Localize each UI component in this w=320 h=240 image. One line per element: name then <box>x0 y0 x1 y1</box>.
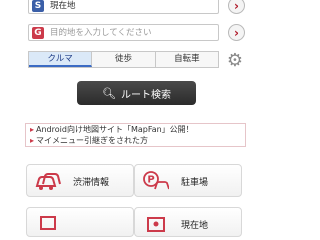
menu-tile-label: 現在地 <box>181 221 209 231</box>
route-search-button[interactable]: 🔍︎ ルート検索 <box>77 81 196 105</box>
menu-tile-current-location[interactable]: 現在地 <box>134 207 242 237</box>
route-search-label: ルート検索 <box>120 89 171 101</box>
current-location-icon <box>147 217 165 232</box>
menu-tile-traffic[interactable]: 渋滞情報 <box>26 164 134 197</box>
start-badge: S <box>32 0 44 12</box>
parking-icon: P <box>143 171 169 190</box>
menu-tile-label: 駐車場 <box>181 178 209 188</box>
notice-bullet-icon: ▸ <box>30 125 35 134</box>
notice-item[interactable]: ▸ マイメニュー引継ぎをされた方 <box>30 136 241 147</box>
menu-tile-label: 渋滞情報 <box>73 178 110 188</box>
mode-tabs: クルマ 徒歩 自転車 <box>28 51 219 68</box>
notice-box: ▸ Android向け地図サイト「MapFan」公開！ ▸ マイメニュー引継ぎをされ… <box>25 123 246 147</box>
notice-bullet-icon: ▸ <box>30 135 35 145</box>
goal-placeholder: 目的地を入力してください <box>50 28 152 38</box>
start-value: 現在地 <box>50 1 76 11</box>
tab-car[interactable]: クルマ <box>29 52 93 67</box>
chevron-right-icon: › <box>234 25 239 40</box>
traffic-car-icon <box>35 173 61 190</box>
svg-text:P: P <box>147 175 154 186</box>
screen-icon <box>40 216 56 230</box>
menu-tile-parking[interactable]: P 駐車場 <box>134 164 242 197</box>
chevron-right-icon: › <box>234 0 239 13</box>
tab-bicycle[interactable]: 自転車 <box>155 52 218 67</box>
settings-gear-icon[interactable]: ⚙ <box>226 52 244 70</box>
goal-arrow-button[interactable]: › <box>228 24 245 41</box>
menu-tile-screen[interactable] <box>26 207 134 237</box>
notice-item[interactable]: ▸ Android向け地図サイト「MapFan」公開！ <box>30 125 241 136</box>
tab-walk[interactable]: 徒歩 <box>92 52 156 67</box>
search-icon: 🔍︎ <box>102 86 116 100</box>
goal-badge: G <box>32 27 44 39</box>
start-arrow-button[interactable]: › <box>228 0 245 14</box>
